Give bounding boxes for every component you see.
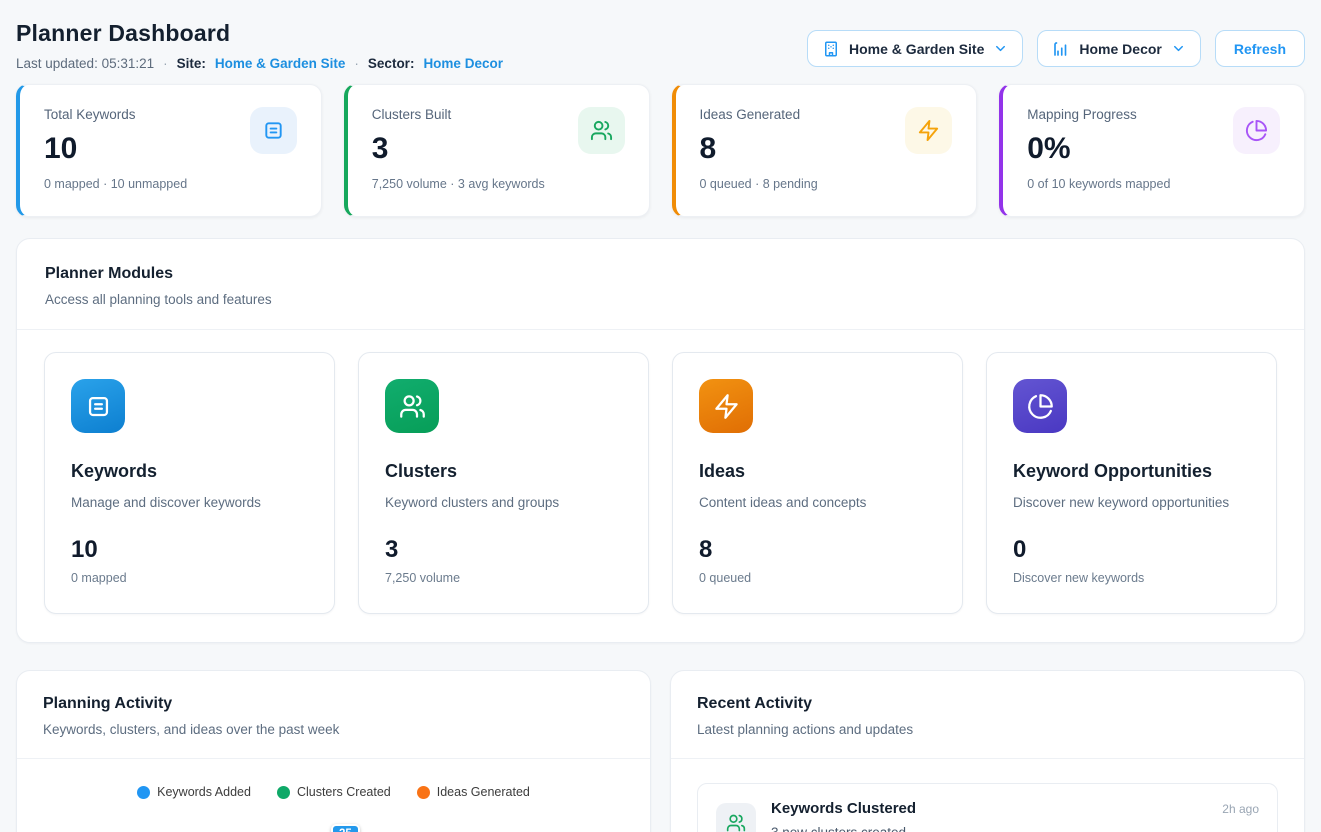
- stats-row: Total Keywords 10 0 mapped · 10 unmapped…: [16, 84, 1305, 217]
- module-value: 10: [71, 536, 308, 564]
- module-desc: Discover new keyword opportunities: [1013, 495, 1250, 510]
- site-selector-label: Home & Garden Site: [849, 41, 984, 57]
- sector-selector-label: Home Decor: [1079, 41, 1161, 57]
- planner-modules-panel: Planner Modules Access all planning tool…: [16, 238, 1305, 643]
- chevron-down-icon: [1171, 41, 1186, 56]
- modules-panel-header: Planner Modules Access all planning tool…: [17, 239, 1304, 330]
- planning-activity-title: Planning Activity: [43, 695, 624, 713]
- pie-chart-icon: [1233, 107, 1280, 154]
- module-sub: 7,250 volume: [385, 571, 622, 585]
- site-link[interactable]: Home & Garden Site: [215, 56, 346, 71]
- stat-sub: 0 queued · 8 pending: [700, 177, 953, 191]
- users-icon: [716, 803, 756, 832]
- refresh-button[interactable]: Refresh: [1215, 30, 1305, 67]
- legend-item-clusters-created: Clusters Created: [277, 785, 391, 799]
- activity-desc: 3 new clusters created: [771, 825, 1207, 832]
- recent-activity-subtitle: Latest planning actions and updates: [697, 722, 1278, 737]
- recent-activity-title: Recent Activity: [697, 695, 1278, 713]
- chart-legend: Keywords Added Clusters Created Ideas Ge…: [17, 785, 650, 799]
- bottom-row: Planning Activity Keywords, clusters, an…: [16, 670, 1305, 832]
- meta-separator: ·: [163, 56, 168, 71]
- recent-activity-header: Recent Activity Latest planning actions …: [671, 671, 1304, 759]
- file-text-icon: [71, 379, 125, 433]
- meta-separator: ·: [354, 56, 359, 71]
- page-header: Planner Dashboard Last updated: 05:31:21…: [16, 20, 1305, 71]
- module-value: 0: [1013, 536, 1250, 564]
- file-text-icon: [250, 107, 297, 154]
- activity-content: Keywords Clustered 3 new clusters create…: [771, 800, 1207, 832]
- planning-activity-chart: Keywords Added Clusters Created Ideas Ge…: [17, 759, 650, 832]
- planner-dashboard-page: Planner Dashboard Last updated: 05:31:21…: [0, 0, 1321, 832]
- recent-activity-panel: Recent Activity Latest planning actions …: [670, 670, 1305, 832]
- module-title: Ideas: [699, 461, 936, 482]
- chevron-down-icon: [993, 41, 1008, 56]
- sector-selector-button[interactable]: Home Decor: [1037, 30, 1200, 67]
- planning-activity-panel: Planning Activity Keywords, clusters, an…: [16, 670, 651, 832]
- activity-item-keywords-clustered[interactable]: Keywords Clustered 3 new clusters create…: [697, 783, 1278, 832]
- module-title: Clusters: [385, 461, 622, 482]
- site-label: Site:: [177, 56, 206, 71]
- stat-sub: 0 of 10 keywords mapped: [1027, 177, 1280, 191]
- activity-time: 2h ago: [1222, 802, 1259, 816]
- planning-activity-subtitle: Keywords, clusters, and ideas over the p…: [43, 722, 624, 737]
- activity-list: Keywords Clustered 3 new clusters create…: [671, 759, 1304, 832]
- modules-panel-title: Planner Modules: [45, 265, 1276, 283]
- module-desc: Content ideas and concepts: [699, 495, 936, 510]
- module-card-clusters[interactable]: Clusters Keyword clusters and groups 3 7…: [358, 352, 649, 614]
- users-icon: [578, 107, 625, 154]
- sector-link[interactable]: Home Decor: [423, 56, 503, 71]
- legend-label: Clusters Created: [297, 785, 391, 799]
- site-selector-button[interactable]: Home & Garden Site: [807, 30, 1023, 67]
- page-title: Planner Dashboard: [16, 20, 503, 47]
- legend-item-ideas-generated: Ideas Generated: [417, 785, 530, 799]
- stat-card-mapping-progress: Mapping Progress 0% 0 of 10 keywords map…: [999, 84, 1305, 217]
- module-desc: Keyword clusters and groups: [385, 495, 622, 510]
- module-title: Keywords: [71, 461, 308, 482]
- stat-sub: 7,250 volume · 3 avg keywords: [372, 177, 625, 191]
- legend-item-keywords-added: Keywords Added: [137, 785, 251, 799]
- chart-point-label: 25: [331, 824, 360, 832]
- page-header-left: Planner Dashboard Last updated: 05:31:21…: [16, 20, 503, 71]
- zap-icon: [699, 379, 753, 433]
- module-card-keywords[interactable]: Keywords Manage and discover keywords 10…: [44, 352, 335, 614]
- module-title: Keyword Opportunities: [1013, 461, 1250, 482]
- module-sub: Discover new keywords: [1013, 571, 1250, 585]
- modules-grid: Keywords Manage and discover keywords 10…: [17, 330, 1304, 642]
- legend-dot-blue: [137, 786, 150, 799]
- page-header-actions: Home & Garden Site Home Decor Refresh: [807, 30, 1305, 67]
- module-sub: 0 mapped: [71, 571, 308, 585]
- last-updated-text: Last updated: 05:31:21: [16, 56, 154, 71]
- sector-label: Sector:: [368, 56, 415, 71]
- legend-dot-orange: [417, 786, 430, 799]
- module-card-ideas[interactable]: Ideas Content ideas and concepts 8 0 que…: [672, 352, 963, 614]
- legend-dot-green: [277, 786, 290, 799]
- module-desc: Manage and discover keywords: [71, 495, 308, 510]
- pie-chart-icon: [1013, 379, 1067, 433]
- zap-icon: [905, 107, 952, 154]
- legend-label: Ideas Generated: [437, 785, 530, 799]
- stat-card-total-keywords: Total Keywords 10 0 mapped · 10 unmapped: [16, 84, 322, 217]
- page-meta: Last updated: 05:31:21 · Site: Home & Ga…: [16, 56, 503, 71]
- module-card-keyword-opportunities[interactable]: Keyword Opportunities Discover new keywo…: [986, 352, 1277, 614]
- activity-title: Keywords Clustered: [771, 800, 1207, 817]
- users-icon: [385, 379, 439, 433]
- stat-card-clusters-built: Clusters Built 3 7,250 volume · 3 avg ke…: [344, 84, 650, 217]
- stat-sub: 0 mapped · 10 unmapped: [44, 177, 297, 191]
- modules-panel-subtitle: Access all planning tools and features: [45, 292, 1276, 307]
- legend-label: Keywords Added: [157, 785, 251, 799]
- module-value: 8: [699, 536, 936, 564]
- building-icon: [822, 40, 840, 58]
- bar-chart-icon: [1052, 40, 1070, 58]
- planning-activity-header: Planning Activity Keywords, clusters, an…: [17, 671, 650, 759]
- stat-card-ideas-generated: Ideas Generated 8 0 queued · 8 pending: [672, 84, 978, 217]
- module-value: 3: [385, 536, 622, 564]
- module-sub: 0 queued: [699, 571, 936, 585]
